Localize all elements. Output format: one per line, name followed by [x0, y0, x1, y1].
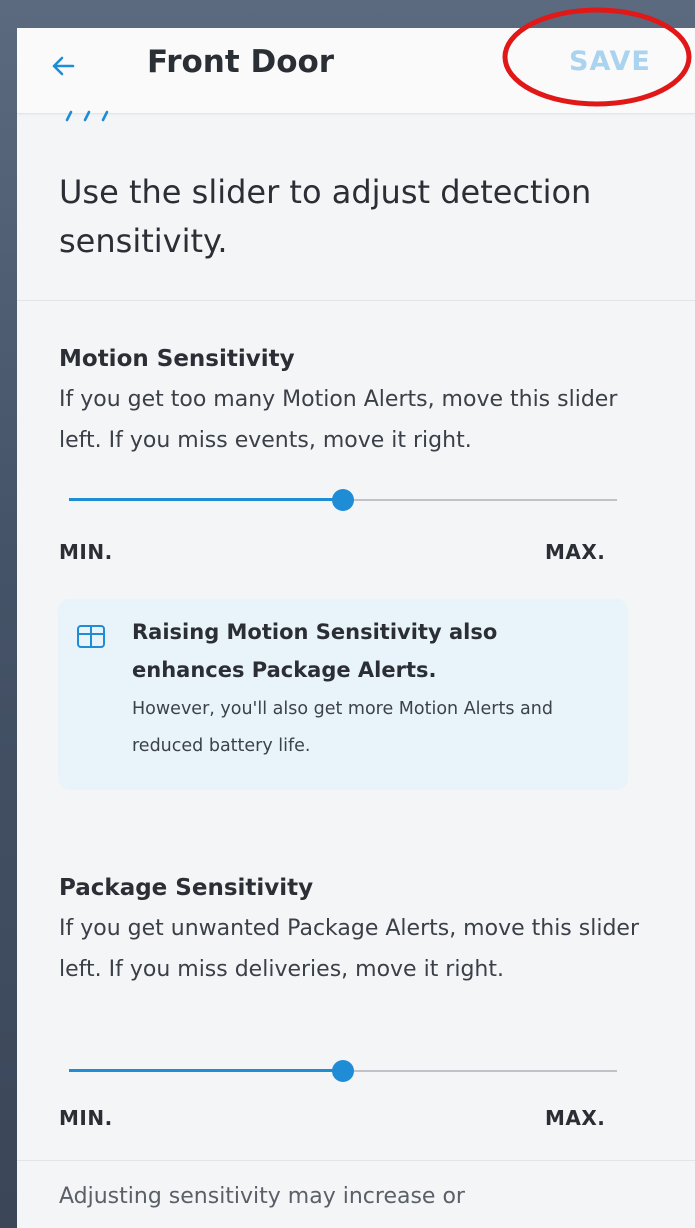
- slider-thumb[interactable]: [332, 1060, 354, 1082]
- info-card-body: However, you'll also get more Motion Ale…: [132, 699, 553, 756]
- footer-note: Adjusting sensitivity may increase or: [59, 1184, 465, 1209]
- package-box-icon: [77, 625, 105, 648]
- slider-track-fill: [69, 1069, 343, 1072]
- arrow-left-icon[interactable]: [47, 50, 79, 82]
- motion-max-label: MAX.: [545, 540, 606, 564]
- top-app-bar: Front Door SAVE: [17, 28, 695, 114]
- slider-track-fill: [69, 498, 343, 501]
- motion-sensitivity-title: Motion Sensitivity: [59, 346, 295, 372]
- page-title: Front Door: [147, 44, 335, 80]
- package-min-label: MIN.: [59, 1106, 113, 1130]
- package-sensitivity-title: Package Sensitivity: [59, 875, 314, 901]
- package-max-label: MAX.: [545, 1106, 606, 1130]
- phone-screen: Front Door SAVE Use the slider to adjust…: [17, 28, 695, 1228]
- info-card-title: Raising Motion Sensitivity also enhances…: [132, 620, 498, 682]
- package-sensitivity-description: If you get unwanted Package Alerts, move…: [59, 916, 639, 982]
- divider: [17, 1160, 695, 1161]
- package-sensitivity-slider[interactable]: [69, 1059, 617, 1083]
- divider: [17, 300, 695, 301]
- slider-thumb[interactable]: [332, 489, 354, 511]
- save-button[interactable]: SAVE: [569, 44, 651, 80]
- motion-sensitivity-slider[interactable]: [69, 488, 617, 512]
- motion-min-label: MIN.: [59, 540, 113, 564]
- package-alerts-info-card: Raising Motion Sensitivity also enhances…: [58, 599, 628, 790]
- motion-waves-icon: [65, 110, 109, 122]
- intro-heading: Use the slider to adjust detection sensi…: [59, 173, 592, 260]
- motion-sensitivity-description: If you get too many Motion Alerts, move …: [59, 387, 618, 453]
